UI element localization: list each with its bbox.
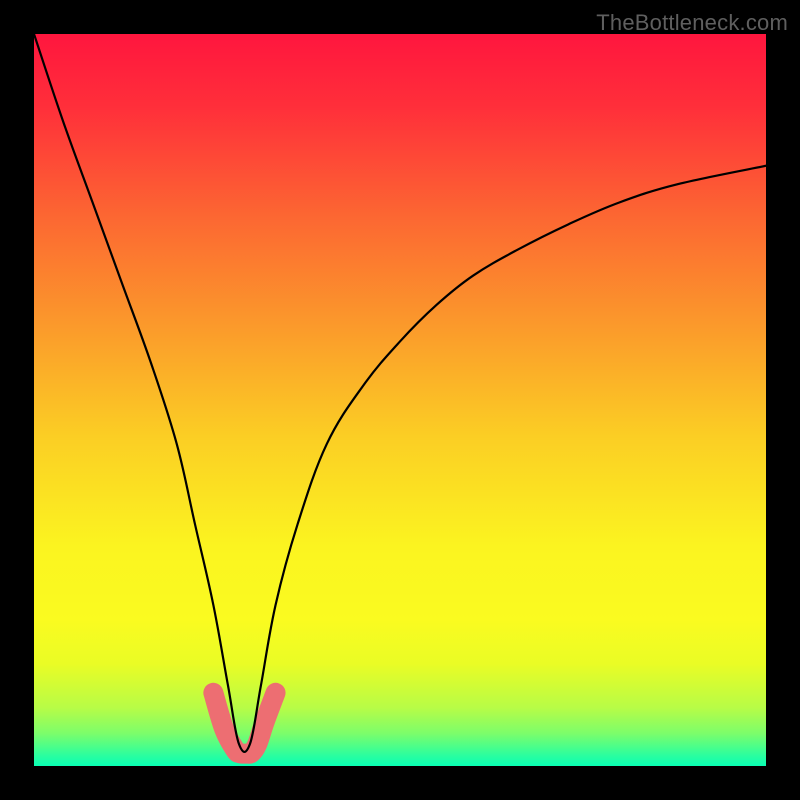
bottleneck-chart: [34, 34, 766, 766]
watermark-text: TheBottleneck.com: [596, 10, 788, 36]
gradient-background: [34, 34, 766, 766]
plot-frame: [34, 34, 766, 766]
